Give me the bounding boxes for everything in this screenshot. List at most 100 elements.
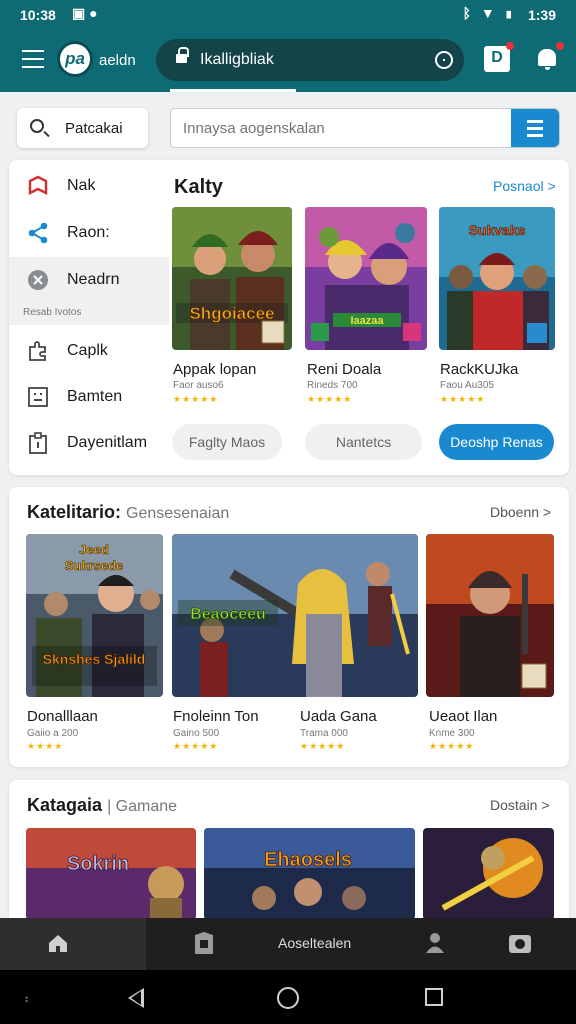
sidebar-item-label: Neadrn — [67, 271, 120, 288]
cover-art-text: Sokrin — [67, 853, 129, 875]
cover-art-text: Sknshes Sjalild — [43, 651, 146, 667]
see-all-link[interactable]: Dostain > — [490, 797, 550, 813]
home-icon — [49, 935, 67, 952]
sidebar-item-label: Bamten — [67, 388, 123, 405]
game-cover-image[interactable]: Ehaosels — [204, 828, 415, 920]
game-subtitle: Faor auso6 — [173, 380, 224, 391]
sidebar-item-caplk[interactable]: Caplk — [9, 328, 169, 374]
system-nav-bar: ⠆ — [0, 970, 576, 1024]
shield-icon[interactable] — [193, 932, 215, 956]
sidebar-item-neadrn[interactable]: Neadrn Resab Ivotos — [9, 257, 169, 325]
close-circle-icon — [28, 270, 48, 290]
url-bar[interactable]: Ikalligbliak — [156, 39, 464, 81]
sidebar-item-sub: Resab Ivotos — [23, 307, 82, 318]
cover-art-text: Sukvaks — [469, 222, 526, 238]
app-logo: pa — [57, 41, 93, 77]
status-time: 10:38 — [20, 7, 56, 23]
url-underline — [170, 89, 296, 92]
game-cover-image: Iaazaa — [305, 207, 427, 350]
camera-icon[interactable] — [508, 932, 532, 954]
bottom-nav: Aoseltealen — [0, 918, 576, 970]
keyboard-dots-icon[interactable]: ⠆ — [24, 992, 33, 1006]
filter-chip-primary[interactable]: Deoshp Renas — [439, 424, 554, 460]
home-circle-icon[interactable] — [277, 987, 299, 1009]
sidebar-item-bamten[interactable]: Bamten — [9, 374, 169, 420]
game-cover-image: Sukvaks — [439, 207, 555, 350]
grid-icon — [28, 387, 48, 407]
game-subtitle: Knme 300 — [429, 728, 475, 739]
rating-stars: ★★★★★ — [429, 741, 475, 751]
sidebar-item-label: Dayenitlam — [67, 434, 148, 451]
game-cover-image: Beaoceeu — [172, 534, 418, 697]
game-title: Fnoleinn Ton — [173, 708, 259, 725]
cover-art-text: Sukrsede — [65, 558, 124, 573]
game-subtitle: Rineds 700 — [307, 380, 358, 391]
app-name: aeldn — [99, 52, 136, 69]
nav-center-label[interactable]: Aoseltealen — [278, 935, 351, 951]
rating-stars: ★★★★★ — [440, 394, 486, 404]
game-title: Appak lopan — [173, 361, 257, 378]
game-cover-image — [426, 534, 554, 697]
cover-art-text: Beaoceeu — [190, 606, 266, 623]
game-title: Donalllaan — [27, 708, 98, 725]
search-icon — [30, 119, 44, 133]
section-title: Katagaia | Gamane — [27, 795, 177, 816]
info-icon[interactable] — [435, 51, 453, 69]
rating-stars: ★★★★★ — [173, 394, 219, 404]
rating-stars: ★★★★★ — [307, 394, 353, 404]
game-title: Ueaot Ilan — [429, 708, 498, 725]
nav-item-home[interactable] — [0, 918, 146, 970]
game-cover-image[interactable]: Sokrin — [26, 828, 196, 920]
rating-stars: ★★★★★ — [173, 741, 219, 751]
filter-chip[interactable]: Nantetcs — [305, 424, 422, 460]
game-subtitle: Trama 000 — [300, 728, 348, 739]
sidebar-item-label: Raon: — [67, 224, 110, 241]
section-title-main: Katelitario: — [27, 502, 122, 522]
status-bar: 10:38 ▣ ● ᛒ ▼ ▮ 1:39 — [0, 0, 576, 30]
sidebar-item-label: Caplk — [67, 342, 108, 359]
game-title: RackKUJka — [440, 361, 519, 378]
see-all-link[interactable]: Dboenn > — [490, 504, 551, 520]
game-cover-image: Jeed Sukrsede Sknshes Sjalild — [26, 534, 163, 697]
game-title: Uada Gana — [300, 708, 377, 725]
badge-dot — [506, 42, 514, 50]
search-input[interactable] — [183, 109, 503, 147]
url-text: Ikalligbliak — [200, 51, 274, 68]
cover-art-text: Shgoiacee — [189, 304, 274, 323]
section-subtitle: | Gamane — [107, 798, 178, 815]
section-title: Kalty — [174, 176, 223, 198]
section-title: Katelitario: Gensesenaian — [27, 502, 229, 523]
menu-icon[interactable] — [22, 50, 44, 68]
gamepad-icon — [28, 175, 48, 195]
featured-card: Nak Raon: Neadrn Resab Ivotos Caplk Bamt… — [9, 160, 569, 475]
bell-icon — [538, 49, 556, 70]
game-subtitle: Faou Au305 — [440, 380, 494, 391]
game-subtitle: Gaino 500 — [173, 728, 220, 739]
back-icon[interactable] — [128, 988, 144, 1008]
game-cover-image[interactable] — [423, 828, 554, 920]
rating-stars: ★★★★★ — [300, 741, 346, 751]
recent-apps-icon[interactable] — [425, 988, 443, 1006]
clipboard-icon — [29, 432, 47, 454]
puzzle-icon — [29, 341, 46, 361]
person-pin-icon[interactable] — [424, 932, 446, 954]
notifications-button[interactable] — [534, 42, 564, 72]
share-icon — [28, 222, 48, 244]
section-title-main: Katagaia — [27, 795, 103, 815]
badge-dot — [556, 42, 564, 50]
section-subtitle-text: Gamane — [115, 798, 178, 815]
see-all-link[interactable]: Posnaol > — [493, 178, 556, 194]
section-subtitle: Gensesenaian — [126, 505, 230, 522]
rating-stars: ★★★★ — [27, 741, 64, 751]
status-clock: 1:39 — [527, 7, 556, 23]
sidebar-item-dayenitlam[interactable]: Dayenitlam — [9, 420, 169, 466]
category-search-pill[interactable]: Patcakai — [17, 108, 148, 148]
sidebar-item-raon[interactable]: Raon: — [9, 210, 169, 256]
search-box — [170, 108, 560, 148]
list-view-button[interactable] — [511, 109, 559, 147]
sidebar-item-nak[interactable]: Nak — [9, 163, 169, 209]
notification-icons: ▣ ● — [72, 5, 98, 21]
filter-chip[interactable]: Faglty Maos — [172, 424, 282, 460]
game-subtitle: Gaiio a 200 — [27, 728, 79, 739]
downloads-button[interactable]: D — [484, 42, 514, 72]
